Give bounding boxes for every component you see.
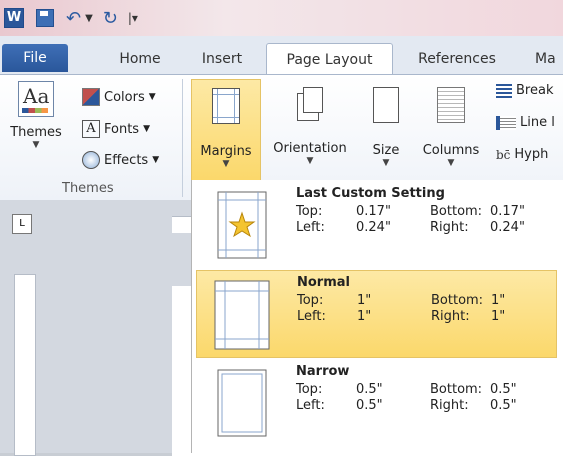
option-top: Top: 1" [297, 293, 372, 308]
themes-button[interactable]: Aa Themes ▼ [6, 81, 66, 150]
effects-button[interactable]: Effects ▼ [82, 151, 159, 169]
themes-label: Themes [10, 125, 62, 140]
breaks-icon [496, 83, 512, 98]
quick-access-toolbar: W ↶ ▼ ↻ |▾ [4, 8, 138, 29]
themes-icon: Aa [18, 81, 54, 117]
margins-label: Margins [200, 144, 252, 159]
tab-selector-icon[interactable]: L [12, 214, 32, 234]
colors-button[interactable]: Colors ▼ [82, 88, 156, 106]
tab-mailings[interactable]: Ma [535, 44, 563, 74]
margin-option-narrow[interactable]: Narrow Top: 0.5" Bottom: 0.5" Left: 0.5" Ri… [196, 360, 557, 448]
last-custom-margin-svg [217, 191, 267, 259]
group-divider [182, 79, 183, 197]
tab-insert[interactable]: Insert [190, 44, 254, 74]
breaks-button[interactable]: Break [496, 83, 553, 98]
option-right: Right: 0.24" [430, 220, 525, 235]
narrow-margin-svg [217, 369, 267, 437]
fonts-icon: A [82, 120, 100, 138]
ribbon-tabs: File Home Insert Page Layout References … [0, 36, 563, 75]
line-numbers-icon [496, 115, 516, 130]
narrow-margin-icon [204, 366, 274, 442]
themes-dropdown-icon: ▼ [32, 140, 40, 150]
normal-margin-icon [205, 277, 275, 353]
margins-dropdown-icon: ▼ [222, 159, 230, 169]
normal-margin-svg [214, 280, 270, 350]
size-button[interactable]: Size ▼ [364, 79, 408, 168]
line-numbers-button[interactable]: Line l [496, 115, 555, 130]
option-left: Left: 0.24" [296, 220, 391, 235]
fonts-label: Fonts [104, 121, 140, 137]
hyphenation-button[interactable]: bc̄ Hyph [496, 147, 548, 162]
undo-dropdown-icon[interactable]: ▼ [85, 13, 93, 24]
size-icon [373, 87, 399, 123]
effects-icon [82, 151, 100, 169]
fonts-button[interactable]: A Fonts ▼ [82, 120, 150, 138]
option-left: Left: 0.5" [296, 398, 383, 413]
orientation-dropdown-icon: ▼ [306, 156, 314, 166]
option-bottom: Bottom: 0.17" [430, 204, 525, 219]
option-left: Left: 1" [297, 309, 372, 324]
option-title: Narrow [296, 364, 350, 379]
hyphenation-label: Hyph [514, 147, 549, 162]
tab-file[interactable]: File [2, 44, 68, 72]
margins-button[interactable]: Margins ▼ [191, 79, 261, 181]
app-icon-letter: W [6, 10, 22, 25]
margin-option-normal[interactable]: Normal Top: 1" Bottom: 1" Left: 1" Right: 1" [196, 270, 557, 358]
colors-label: Colors [104, 89, 145, 105]
orientation-button[interactable]: Orientation ▼ [262, 79, 358, 166]
title-bar: W ↶ ▼ ↻ |▾ [0, 0, 563, 36]
vertical-ruler[interactable] [14, 274, 36, 456]
word-app-icon[interactable]: W [4, 8, 24, 28]
option-title: Last Custom Setting [296, 186, 445, 201]
fonts-dropdown-icon: ▼ [143, 124, 150, 134]
option-right: Right: 0.5" [430, 398, 517, 413]
option-top: Top: 0.17" [296, 204, 391, 219]
breaks-label: Break [516, 83, 554, 98]
orientation-icon [297, 87, 323, 121]
margins-icon [212, 88, 240, 124]
margin-option-last-custom[interactable]: Last Custom Setting Top: 0.17" Bottom: 0.1… [196, 182, 557, 270]
size-label: Size [372, 143, 400, 158]
line-numbers-label: Line l [520, 115, 555, 130]
effects-label: Effects [104, 152, 149, 168]
columns-button[interactable]: Columns ▼ [418, 79, 484, 168]
tab-references[interactable]: References [408, 44, 506, 74]
option-bottom: Bottom: 1" [431, 293, 506, 308]
save-icon[interactable] [36, 9, 54, 27]
hyphenation-icon: bc̄ [496, 147, 511, 162]
customize-toolbar-icon[interactable]: |▾ [128, 11, 138, 25]
margins-dropdown-menu: Last Custom Setting Top: 0.17" Bottom: 0.1… [191, 180, 563, 453]
columns-dropdown-icon: ▼ [447, 158, 455, 168]
columns-label: Columns [422, 143, 480, 158]
option-title: Normal [297, 275, 350, 290]
option-bottom: Bottom: 0.5" [430, 382, 517, 397]
undo-icon[interactable]: ↶ [66, 8, 81, 29]
colors-icon [82, 88, 100, 106]
orientation-label: Orientation [273, 141, 347, 156]
option-right: Right: 1" [431, 309, 506, 324]
colors-dropdown-icon: ▼ [148, 92, 156, 102]
tab-home[interactable]: Home [110, 44, 170, 74]
redo-icon[interactable]: ↻ [103, 8, 118, 29]
themes-group-label: Themes [62, 181, 114, 196]
columns-icon [437, 87, 465, 123]
effects-dropdown-icon: ▼ [152, 155, 160, 165]
tab-page-layout[interactable]: Page Layout [266, 43, 393, 75]
last-custom-margin-icon [204, 188, 274, 264]
size-dropdown-icon: ▼ [382, 158, 390, 168]
option-top: Top: 0.5" [296, 382, 383, 397]
